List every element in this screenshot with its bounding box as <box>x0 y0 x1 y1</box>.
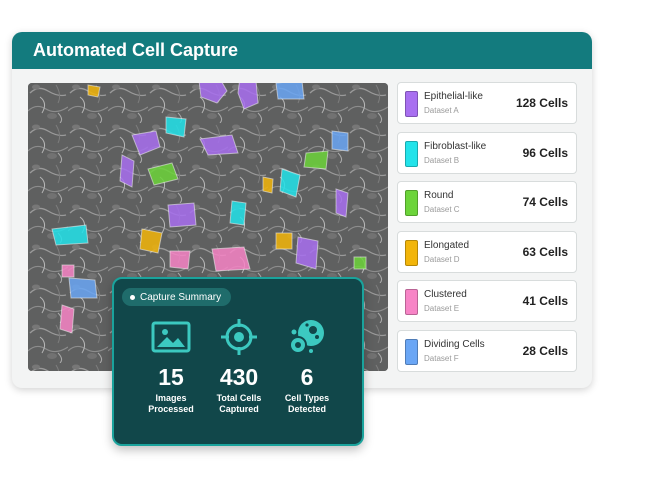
segmented-cell <box>353 256 367 270</box>
cell-type-name: Clustered <box>424 289 467 300</box>
segmented-cell <box>59 304 75 334</box>
segmented-cell <box>167 202 197 228</box>
cell-type-name: Epithelial-like <box>424 91 483 102</box>
color-swatch <box>405 140 418 167</box>
cell-type-name: Dividing Cells <box>424 338 485 350</box>
stat-label-line2: Detected <box>287 404 326 414</box>
dataset-label: Dataset F <box>424 353 459 363</box>
dataset-label: Dataset A <box>424 106 459 115</box>
cell-type-row-round[interactable]: Round Dataset C 74 Cells <box>397 181 577 223</box>
segmented-cell <box>331 130 349 152</box>
cell-type-row-dividing[interactable]: Dividing Cells Dataset F 28 Cells <box>397 329 577 372</box>
color-swatch <box>405 91 418 117</box>
dataset-label: Dataset D <box>424 254 460 264</box>
capture-summary-panel: Capture Summary 15 Images Processed 430 <box>112 277 364 446</box>
dataset-label: Dataset C <box>424 205 460 214</box>
segmented-cell <box>165 116 187 138</box>
cell-count: 28 Cells <box>522 343 568 358</box>
cell-type-row-fibroblast[interactable]: Fibroblast-like Dataset B 96 Cells <box>397 131 577 174</box>
cell-count: 63 Cells <box>522 244 568 259</box>
cell-count: 96 Cells <box>522 145 568 160</box>
segmented-cell <box>61 264 75 278</box>
dataset-label: Dataset B <box>424 155 460 165</box>
segmented-cell <box>119 154 135 188</box>
cell-type-name: Round <box>424 190 454 201</box>
segmented-cell <box>275 232 293 250</box>
segmented-cell <box>87 84 101 98</box>
segmented-cell <box>169 250 191 270</box>
cell-type-row-elongated[interactable]: Elongated Dataset D 63 Cells <box>397 230 577 273</box>
segmented-cell <box>335 188 349 218</box>
cell-type-list: Epithelial-like Dataset A 128 Cells Fibr… <box>397 82 577 379</box>
cells-icon <box>267 317 347 357</box>
segmented-cell <box>303 150 329 170</box>
cell-type-row-clustered[interactable]: Clustered Dataset E 41 Cells <box>397 280 577 322</box>
segmented-cell <box>51 224 89 246</box>
stat-label-line1: Cell Types <box>284 393 330 403</box>
segmented-cell <box>139 228 163 254</box>
color-swatch <box>405 289 418 315</box>
stat-cell-types: 6 Cell Types Detected <box>267 317 347 415</box>
dot-icon <box>130 294 135 300</box>
capture-summary-badge: Capture Summary <box>122 288 232 306</box>
segmented-cell <box>262 176 274 194</box>
segmented-cell <box>211 246 251 272</box>
segmented-cell <box>295 236 319 270</box>
cell-count: 41 Cells <box>522 294 568 308</box>
cell-type-name: Elongated <box>424 239 470 251</box>
segmented-cell <box>275 83 305 100</box>
cell-type-row-epithelial[interactable]: Epithelial-like Dataset A 128 Cells <box>397 82 577 124</box>
dataset-label: Dataset E <box>424 304 460 313</box>
segmented-cell <box>68 277 98 299</box>
card-title: Automated Cell Capture <box>12 32 592 69</box>
segmented-cell <box>229 200 247 226</box>
cell-count: 128 Cells <box>515 96 568 110</box>
color-swatch <box>405 190 418 216</box>
stat-value: 6 <box>300 364 314 390</box>
badge-label: Capture Summary <box>140 291 222 303</box>
cell-count: 74 Cells <box>522 195 568 209</box>
color-swatch <box>405 239 418 266</box>
color-swatch <box>405 338 418 365</box>
cell-type-name: Fibroblast-like <box>424 140 487 152</box>
